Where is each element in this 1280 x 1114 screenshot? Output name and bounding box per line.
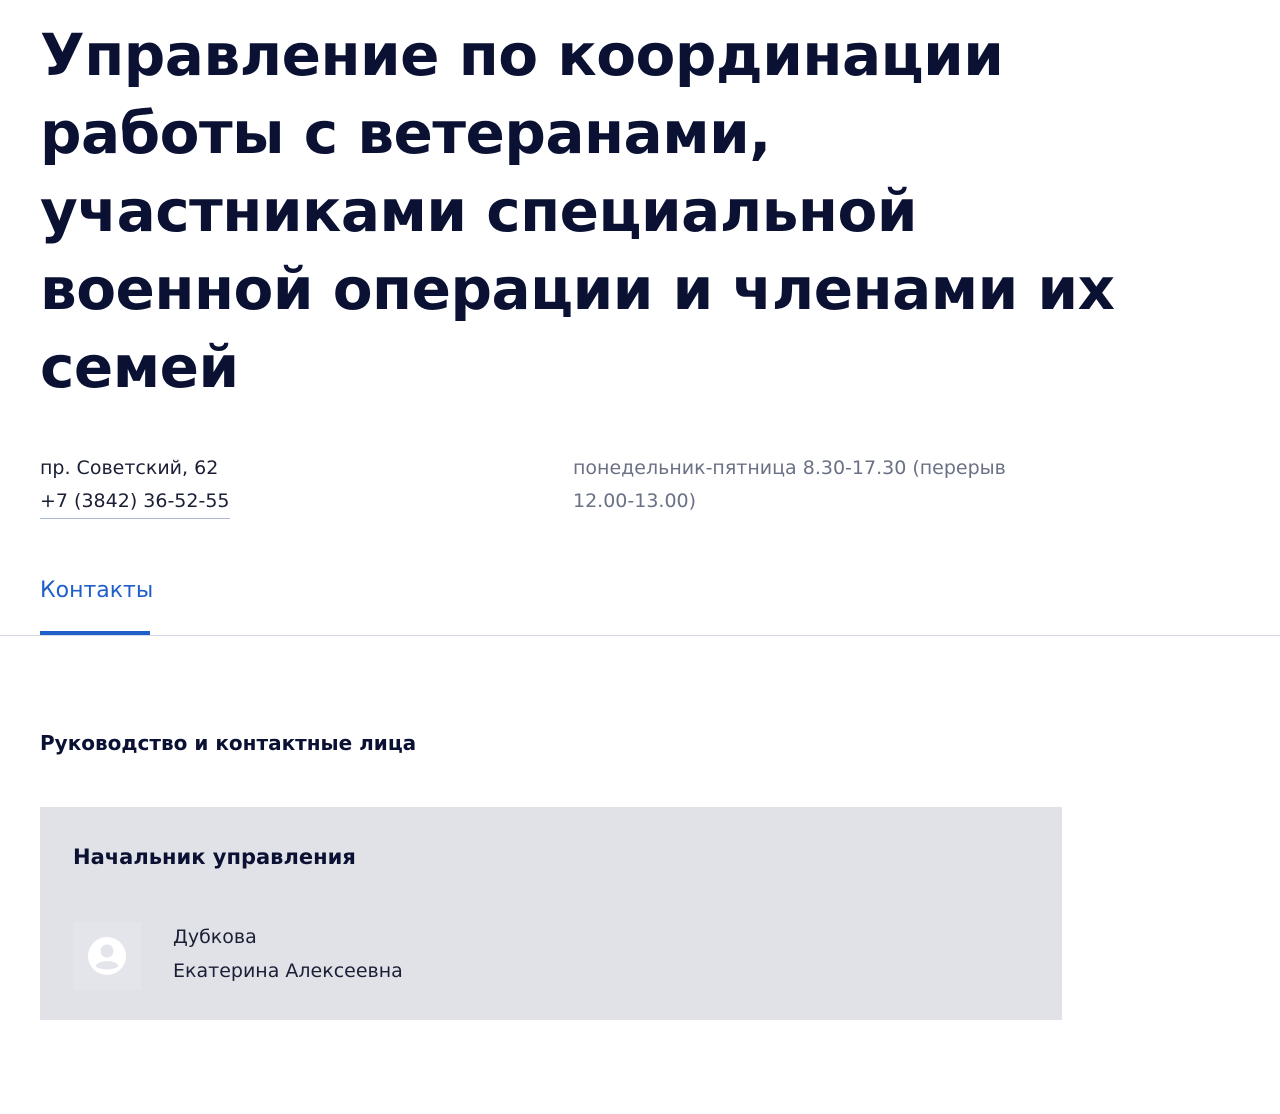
- work-schedule: понедельник-пятница 8.30-17.30 (перерыв …: [573, 452, 1006, 518]
- page: Управление по координации работы с ветер…: [0, 0, 1280, 1114]
- page-title-line: работы с ветеранами,: [40, 99, 771, 167]
- contact-info: пр. Советский, 62 +7 (3842) 36-52-55: [40, 452, 230, 519]
- page-title-line: военной операции и членами их: [40, 255, 1115, 323]
- tab-contacts[interactable]: Контакты: [40, 574, 153, 608]
- schedule-line: 12.00-13.00): [573, 490, 697, 512]
- page-title-line: участниками специальной: [40, 177, 918, 245]
- contact-card: Начальник управления Дубкова Екатерина А…: [40, 807, 1062, 1020]
- position-title: Начальник управления: [73, 845, 356, 869]
- page-title-line: семей: [40, 333, 239, 401]
- page-title: Управление по координации работы с ветер…: [40, 16, 1115, 406]
- schedule-line: понедельник-пятница 8.30-17.30 (перерыв: [573, 457, 1006, 479]
- user-avatar-icon: [88, 937, 126, 975]
- page-title-line: Управление по координации: [40, 21, 1004, 89]
- avatar: [73, 922, 141, 990]
- section-heading: Руководство и контактные лица: [40, 731, 417, 755]
- person-name: Дубкова Екатерина Алексеевна: [173, 920, 403, 988]
- person-surname: Дубкова: [173, 926, 257, 948]
- person-given-names: Екатерина Алексеевна: [173, 960, 403, 982]
- phone-link[interactable]: +7 (3842) 36-52-55: [40, 486, 230, 519]
- address-text: пр. Советский, 62: [40, 457, 219, 479]
- tabs-divider: [0, 635, 1280, 636]
